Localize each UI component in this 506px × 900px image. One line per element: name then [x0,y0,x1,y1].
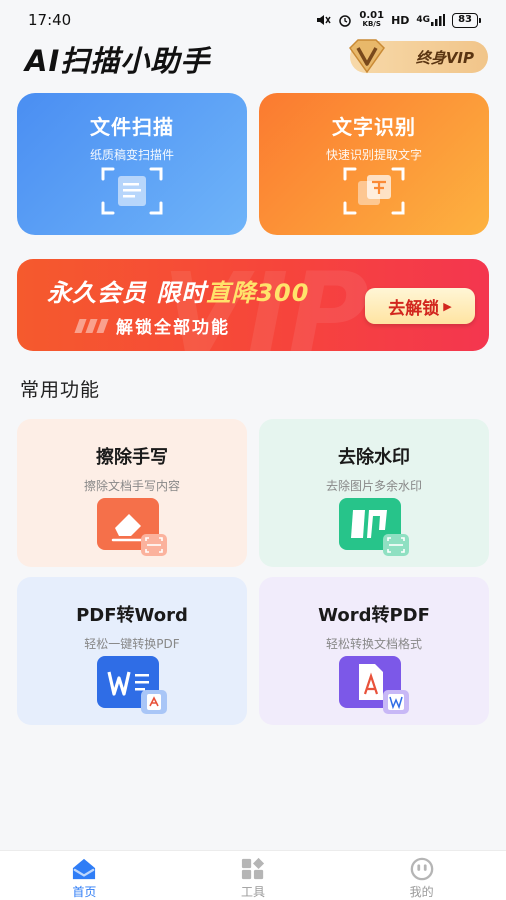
feature-subtitle: 轻松转换文档格式 [325,637,422,651]
word-document-icon [97,656,167,714]
text-recognition-title: 文字识别 [332,115,416,139]
erase-handwriting-card[interactable]: 擦除手写 擦除文档手写内容 [17,419,247,567]
doc-scan-card[interactable]: 文件扫描 纸质稿变扫描件 [17,93,247,235]
network-label: 4G [416,14,446,26]
text-recognition-subtitle: 快速识别提取文字 [325,148,422,162]
alarm-icon [339,15,352,27]
app-header: AI扫描小助手 终身VIP [0,38,506,78]
pdf-document-icon [339,656,409,714]
banner-stripes [74,318,109,333]
battery-indicator: 83 [452,12,481,28]
watermark-stamp-icon [339,498,409,556]
net-speed: 0.01 KB/S [359,10,385,29]
ocr-text-icon [343,167,405,215]
bottom-tab-bar: 首页 工具 我的 [0,850,506,900]
tools-icon [241,857,265,880]
vip-badge-button[interactable]: 终身VIP [349,39,488,74]
banner-highlight: 直降300 [206,279,310,307]
profile-icon [410,857,433,881]
hd-label: HD [391,13,410,27]
remove-watermark-card[interactable]: 去除水印 去除图片多余水印 [259,419,489,567]
vip-label: 终身VIP [415,48,474,67]
play-arrow-icon: ▶ [443,299,452,313]
feature-title: 去除水印 [338,447,410,468]
doc-scan-title: 文件扫描 [90,115,174,139]
pdf-to-word-card[interactable]: PDF转Word 轻松一键转换PDF [17,577,247,725]
scan-document-icon [101,167,163,215]
status-icons: 0.01 KB/S HD 4G 83 [315,10,481,29]
section-title: 常用功能 [20,379,101,401]
feature-title: PDF转Word [76,605,188,626]
signal-icon [431,14,446,26]
feature-subtitle: 轻松一键转换PDF [84,637,180,651]
banner-subline: 解锁全部功能 [74,313,230,338]
banner-headline: 永久会员 限时直降300 [47,279,310,307]
tab-tools[interactable]: 工具 [169,851,338,900]
word-to-pdf-card[interactable]: Word转PDF 轻松转换文档格式 [259,577,489,725]
feature-subtitle: 去除图片多余水印 [325,479,422,493]
feature-title: Word转PDF [318,605,430,626]
tab-home[interactable]: 首页 [0,851,169,900]
eraser-icon [97,498,167,556]
doc-scan-subtitle: 纸质稿变扫描件 [89,148,174,162]
tab-profile[interactable]: 我的 [337,851,506,900]
vip-promo-banner[interactable]: VIP 永久会员 限时直降300 解锁全部功能 去解锁 ▶ [17,259,489,351]
feature-title: 擦除手写 [96,447,168,468]
banner-subtitle: 解锁全部功能 [116,318,230,338]
unlock-button[interactable]: 去解锁 ▶ [365,288,475,324]
mute-icon [317,15,332,25]
vip-gem-icon [349,39,385,74]
status-bar: 17:40 0.01 KB/S HD 4G 83 [0,0,506,40]
app-title: AI扫描小助手 [25,44,211,78]
home-icon [73,858,96,880]
status-time: 17:40 [28,11,72,29]
feature-subtitle: 擦除文档手写内容 [83,479,180,493]
text-recognition-card[interactable]: 文字识别 快速识别提取文字 [259,93,489,235]
